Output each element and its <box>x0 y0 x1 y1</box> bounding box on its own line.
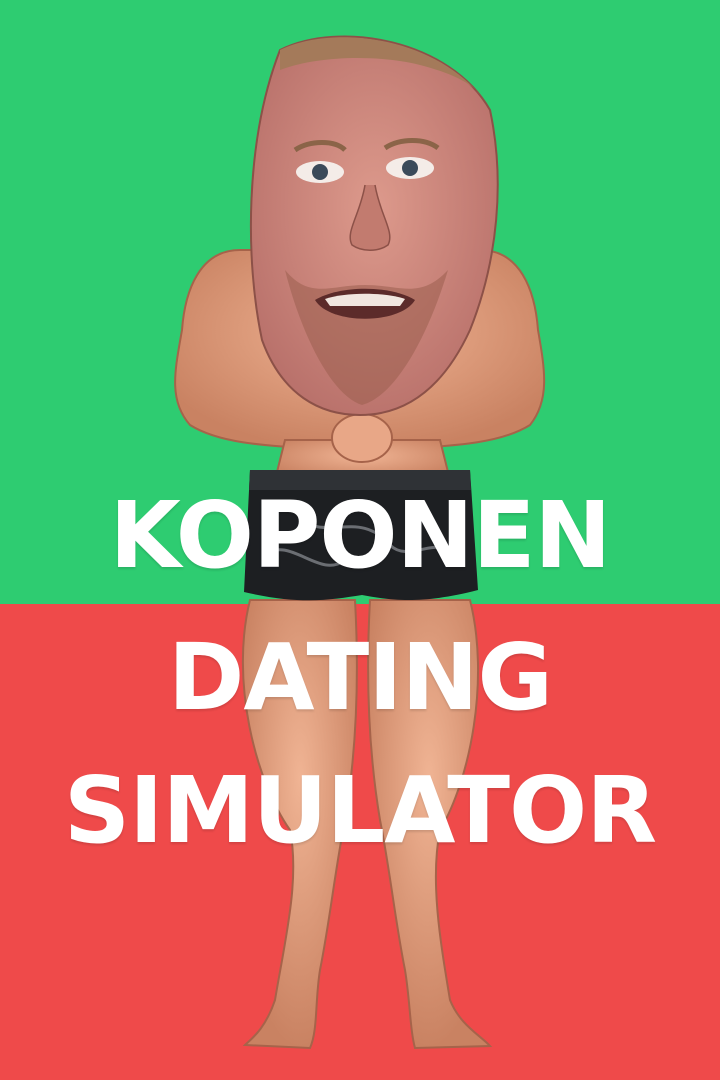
title-line-1: KOPONEN <box>109 482 612 589</box>
title-line-2: DATING <box>168 624 553 731</box>
title-line-3: SIMULATOR <box>63 757 657 864</box>
hands <box>331 413 393 463</box>
